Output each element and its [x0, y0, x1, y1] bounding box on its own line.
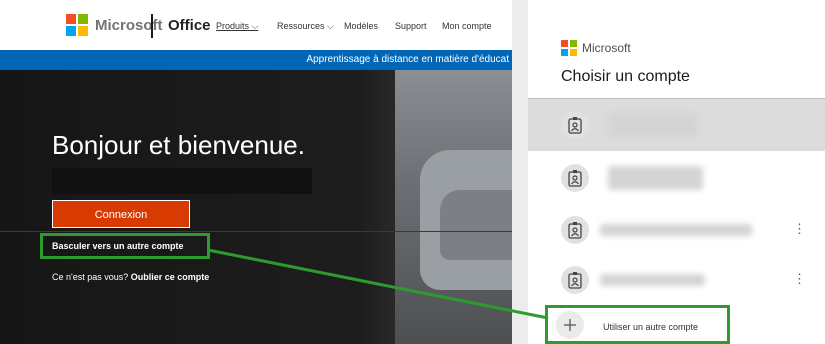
account-row[interactable]: ⋮ — [528, 204, 825, 256]
header-divider — [151, 14, 153, 38]
microsoft-logo[interactable]: Microsoft — [66, 14, 163, 36]
announcement-banner[interactable]: Apprentissage à distance en matière d'éd… — [0, 50, 512, 70]
nav-support[interactable]: Support — [395, 21, 427, 31]
account-badge-icon — [561, 164, 589, 192]
sofa-cushion-image — [440, 190, 512, 260]
nav-produits[interactable]: Produits ⌵ — [216, 21, 258, 32]
more-options-icon[interactable]: ⋮ — [793, 271, 806, 287]
redacted-account-email — [600, 224, 752, 236]
account-row[interactable] — [528, 152, 825, 204]
redacted-account-name — [52, 168, 312, 194]
account-row[interactable] — [528, 98, 825, 151]
redacted-account-email — [608, 166, 703, 190]
more-options-icon[interactable]: ⋮ — [793, 221, 806, 237]
screenshot-seam — [0, 231, 512, 232]
picker-brand-name: Microsoft — [582, 41, 631, 55]
account-picker-dialog: Microsoft Choisir un compte ⋮ ⋮ Utiliser… — [528, 0, 825, 344]
picker-microsoft-logo: Microsoft — [561, 40, 631, 56]
nav-ressources[interactable]: Ressources ⌵ — [277, 21, 334, 32]
office-header: Microsoft Office Produits ⌵ Ressources ⌵… — [0, 0, 512, 50]
redacted-account-email — [608, 113, 698, 137]
welcome-heading: Bonjour et bienvenue. — [52, 130, 305, 160]
picker-title: Choisir un compte — [561, 68, 690, 85]
not-you-line: Ce n'est pas vous? Oublier ce compte — [52, 272, 209, 282]
nav-mon-compte[interactable]: Mon compte — [442, 21, 492, 31]
switch-account-highlight — [40, 233, 210, 259]
account-badge-icon — [561, 266, 589, 294]
account-badge-icon — [561, 111, 589, 139]
account-badge-icon — [561, 216, 589, 244]
banner-text: Apprentissage à distance en matière d'éd… — [306, 54, 509, 65]
signin-button[interactable]: Connexion — [52, 200, 190, 228]
nav-modeles[interactable]: Modèles — [344, 21, 378, 31]
office-product-link[interactable]: Office — [168, 17, 211, 34]
redacted-account-email — [600, 274, 705, 286]
microsoft-logo-icon — [66, 14, 88, 36]
forget-account-link[interactable]: Oublier ce compte — [131, 272, 210, 282]
microsoft-logo-icon — [561, 40, 577, 56]
account-row[interactable]: ⋮ — [528, 254, 825, 306]
use-another-account-highlight — [545, 305, 730, 344]
not-you-text: Ce n'est pas vous? — [52, 272, 129, 282]
office-signin-page: Microsoft Office Produits ⌵ Ressources ⌵… — [0, 0, 512, 344]
